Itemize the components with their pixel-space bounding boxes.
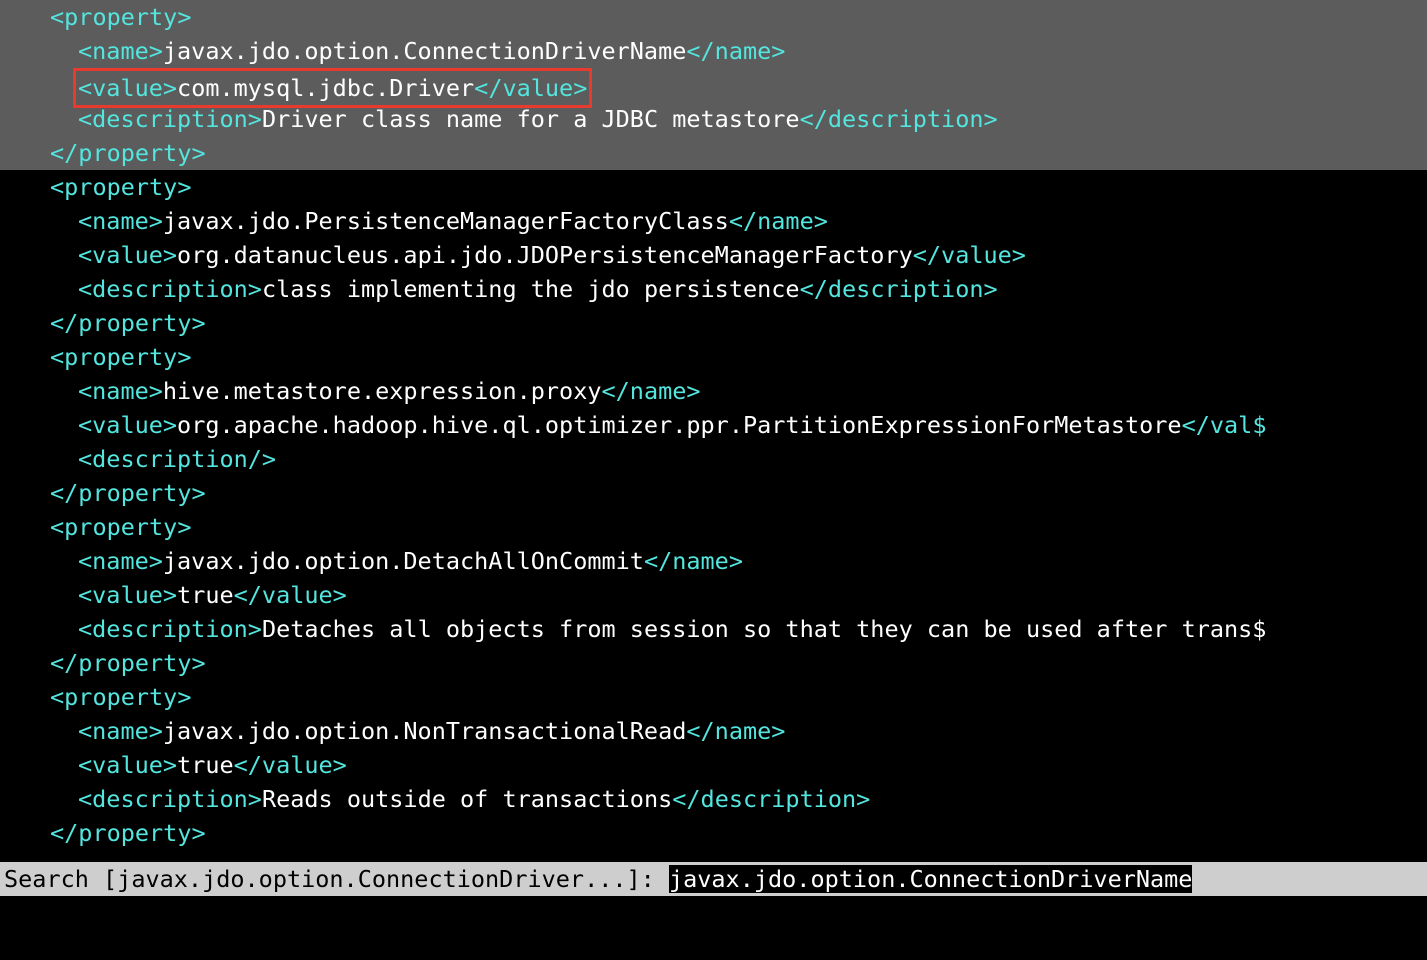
description-open-tag: <description> [78, 105, 262, 133]
property-close-line: </property> [0, 136, 1427, 170]
name-text: javax.jdo.PersistenceManagerFactoryClass [163, 207, 729, 235]
description-text: class implementing the jdo persistence [262, 275, 800, 303]
property-close-tag: </property> [50, 139, 206, 167]
editor-viewport[interactable]: <property><name>javax.jdo.option.Connect… [0, 0, 1427, 862]
value-open-tag: <value> [78, 74, 177, 102]
description-text: Detaches all objects from session so tha… [262, 615, 1267, 643]
name-open-tag: <name> [78, 37, 163, 65]
name-line: <name>hive.metastore.expression.proxy</n… [0, 374, 1427, 408]
name-open-tag: <name> [78, 547, 163, 575]
property-close-tag: </property> [50, 479, 206, 507]
name-line: <name>javax.jdo.option.DetachAllOnCommit… [0, 544, 1427, 578]
name-line: <name>javax.jdo.PersistenceManagerFactor… [0, 204, 1427, 238]
description-close-tag: </description> [800, 105, 998, 133]
name-line: <name>javax.jdo.option.NonTransactionalR… [0, 714, 1427, 748]
name-text: hive.metastore.expression.proxy [163, 377, 602, 405]
description-open-tag: <description> [78, 785, 262, 813]
name-open-tag: <name> [78, 207, 163, 235]
value-text: org.datanucleus.api.jdo.JDOPersistenceMa… [177, 241, 913, 269]
value-close-tag: </value> [234, 581, 347, 609]
value-text: true [177, 581, 234, 609]
description-close-tag: </description> [800, 275, 998, 303]
name-text: javax.jdo.option.NonTransactionalRead [163, 717, 686, 745]
property-close-line: </property> [0, 306, 1427, 340]
value-text: org.apache.hadoop.hive.ql.optimizer.ppr.… [177, 411, 1182, 439]
value-open-tag: <value> [78, 751, 177, 779]
value-close-tag: </value> [234, 751, 347, 779]
name-close-tag: </name> [644, 547, 743, 575]
property-open-line: <property> [0, 340, 1427, 374]
property-open-tag: <property> [50, 513, 191, 541]
property-close-line: </property> [0, 646, 1427, 680]
value-open-tag: <value> [78, 241, 177, 269]
value-open-tag: <value> [78, 581, 177, 609]
property-open-line: <property> [0, 0, 1427, 34]
description-line: <description>Detaches all objects from s… [0, 612, 1427, 646]
property-open-tag: <property> [50, 3, 191, 31]
description-text: Reads outside of transactions [262, 785, 672, 813]
name-line: <name>javax.jdo.option.ConnectionDriverN… [0, 34, 1427, 68]
property-open-line: <property> [0, 170, 1427, 204]
property-open-tag: <property> [50, 173, 191, 201]
property-close-tag: </property> [50, 309, 206, 337]
description-line: <description/> [0, 442, 1427, 476]
value-open-tag: <value> [78, 411, 177, 439]
value-close-tag: </val$ [1182, 411, 1267, 439]
name-close-tag: </name> [686, 37, 785, 65]
description-line: <description>Reads outside of transactio… [0, 782, 1427, 816]
value-line: <value>true</value> [0, 578, 1427, 612]
description-close-tag: </description> [672, 785, 870, 813]
property-block: <property> <name>hive.metastore.expressio… [0, 340, 1427, 510]
value-line: <value>true</value> [0, 748, 1427, 782]
value-text: com.mysql.jdbc.Driver [177, 74, 474, 102]
search-query: javax.jdo.option.ConnectionDriverName [669, 865, 1192, 893]
value-line: <value>org.apache.hadoop.hive.ql.optimiz… [0, 408, 1427, 442]
property-close-tag: </property> [50, 649, 206, 677]
property-close-line: </property> [0, 476, 1427, 510]
shortcut-bar: ^GGet HelpM-CCase SensM-BBackwardsM-JFul… [0, 896, 1427, 960]
property-block: <property> <name>javax.jdo.option.NonTran… [0, 680, 1427, 850]
value-close-tag: </value> [913, 241, 1026, 269]
value-line: <value>org.datanucleus.api.jdo.JDOPersis… [0, 238, 1427, 272]
description-self-close-tag: <description/> [78, 445, 276, 473]
property-open-tag: <property> [50, 683, 191, 711]
property-open-line: <property> [0, 680, 1427, 714]
description-open-tag: <description> [78, 275, 262, 303]
description-line: <description>class implementing the jdo … [0, 272, 1427, 306]
property-block: <property> <name>javax.jdo.option.Connect… [0, 0, 1427, 170]
search-prompt: Search [javax.jdo.option.ConnectionDrive… [4, 865, 669, 893]
search-bar[interactable]: Search [javax.jdo.option.ConnectionDrive… [0, 862, 1427, 896]
property-block: <property> <name>javax.jdo.PersistenceMan… [0, 170, 1427, 340]
name-text: javax.jdo.option.DetachAllOnCommit [163, 547, 644, 575]
property-close-line: </property> [0, 816, 1427, 850]
name-open-tag: <name> [78, 717, 163, 745]
value-text: true [177, 751, 234, 779]
description-text: Driver class name for a JDBC metastore [262, 105, 800, 133]
name-close-tag: </name> [686, 717, 785, 745]
description-line: <description>Driver class name for a JDB… [0, 102, 1427, 136]
property-block: <property> <name>javax.jdo.option.DetachA… [0, 510, 1427, 680]
description-open-tag: <description> [78, 615, 262, 643]
name-open-tag: <name> [78, 377, 163, 405]
name-text: javax.jdo.option.ConnectionDriverName [163, 37, 686, 65]
value-line: <value>com.mysql.jdbc.Driver</value> [0, 68, 1427, 102]
property-open-line: <property> [0, 510, 1427, 544]
name-close-tag: </name> [729, 207, 828, 235]
value-close-tag: </value> [474, 74, 587, 102]
name-close-tag: </name> [602, 377, 701, 405]
property-open-tag: <property> [50, 343, 191, 371]
property-close-tag: </property> [50, 819, 206, 847]
